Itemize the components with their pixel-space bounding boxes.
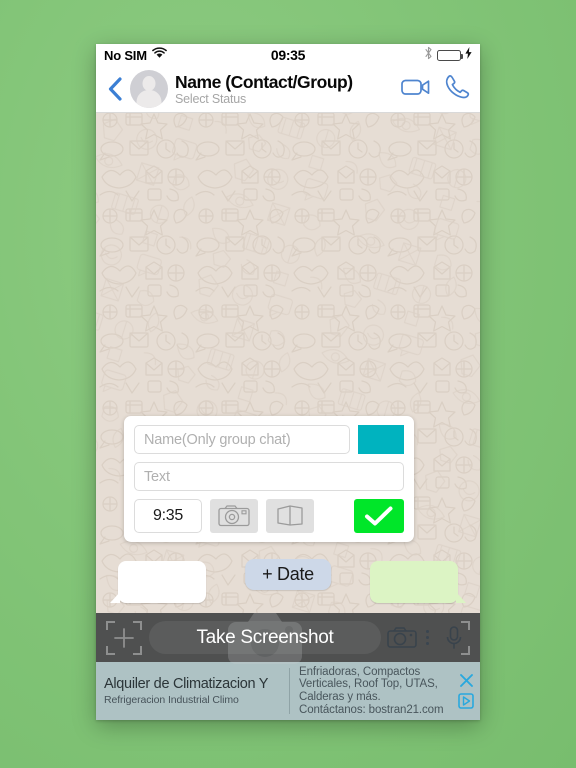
message-editor-card: 9:35: [124, 416, 414, 542]
ad-subtitle: Refrigeracion Industrial Climo: [104, 693, 239, 706]
contact-info[interactable]: Name (Contact/Group) Select Status: [175, 71, 395, 106]
phone-handset-icon[interactable]: [444, 73, 471, 105]
microphone-button[interactable]: [436, 618, 472, 658]
back-chevron-icon: [108, 77, 122, 101]
bubble-template-row: + Date: [96, 557, 480, 607]
bracket-top-right: [133, 620, 142, 630]
bracket-top-right: [461, 620, 470, 630]
contact-status: Select Status: [175, 91, 247, 106]
toolbar-camera-button[interactable]: [386, 626, 418, 650]
outgoing-bubble-template[interactable]: [370, 561, 466, 603]
color-picker-swatch[interactable]: [358, 425, 404, 454]
overflow-menu-button[interactable]: [418, 620, 436, 656]
battery-icon: [437, 49, 463, 61]
incoming-bubble-template[interactable]: [110, 561, 206, 603]
status-bar-right: [424, 46, 472, 65]
bottom-toolbar: Take Screenshot: [96, 612, 480, 664]
take-screenshot-label: Take Screenshot: [196, 626, 334, 648]
bracket-bottom-right: [133, 645, 142, 655]
video-camera-icon[interactable]: [401, 77, 431, 102]
contact-name: Name (Contact/Group): [175, 71, 353, 92]
photos-gallery-icon: [277, 505, 303, 526]
bluetooth-icon: [424, 46, 433, 65]
confirm-button[interactable]: [354, 499, 404, 533]
ad-title: Alquiler de Climatizacion Y: [104, 675, 269, 692]
take-screenshot-button[interactable]: Take Screenshot: [149, 612, 381, 664]
ad-banner[interactable]: Alquiler de Climatizacion Y Refrigeracio…: [96, 662, 480, 720]
ad-headline-block: Alquiler de Climatizacion Y Refrigeracio…: [104, 666, 289, 716]
group-name-input[interactable]: [134, 425, 350, 454]
status-bar-clock: 09:35: [270, 47, 306, 63]
bracket-top-left: [106, 620, 115, 630]
camera-icon: [387, 626, 417, 648]
checkmark-icon: [365, 506, 393, 526]
add-element-button[interactable]: [104, 618, 144, 658]
editor-row-actions: 9:35: [134, 499, 404, 533]
status-bar: No SIM 09:35: [96, 44, 480, 66]
charging-bolt-icon: [465, 46, 472, 64]
chat-canvas: 9:35: [96, 113, 480, 613]
dot-3: [425, 642, 429, 645]
bracket-bottom-right: [461, 645, 470, 655]
editor-row-text: [134, 462, 404, 491]
back-button[interactable]: [102, 77, 128, 101]
ad-description: Enfriadoras, Compactos Verticales, Roof …: [299, 665, 444, 716]
phone-frame: No SIM 09:35 Name (Contact/Group) Select…: [96, 44, 480, 720]
bracket-bottom-left: [106, 645, 115, 655]
editor-row-name: [134, 425, 404, 454]
close-x-icon[interactable]: [459, 673, 474, 688]
header-actions: [401, 73, 471, 105]
avatar-head-shape: [142, 76, 156, 91]
dot-2: [425, 636, 429, 639]
contact-header-bar: Name (Contact/Group) Select Status: [96, 66, 480, 113]
ad-choices-triangle-icon[interactable]: [458, 693, 474, 709]
camera-button[interactable]: [210, 499, 258, 533]
time-picker-button[interactable]: 9:35: [134, 499, 202, 533]
avatar-body-shape: [136, 90, 162, 108]
avatar[interactable]: [130, 70, 168, 108]
ad-controls: [452, 666, 480, 716]
dot-1: [425, 630, 429, 633]
gallery-button[interactable]: [266, 499, 314, 533]
add-date-button[interactable]: + Date: [245, 559, 331, 590]
message-text-input[interactable]: [134, 462, 404, 491]
camera-icon: [218, 505, 250, 527]
